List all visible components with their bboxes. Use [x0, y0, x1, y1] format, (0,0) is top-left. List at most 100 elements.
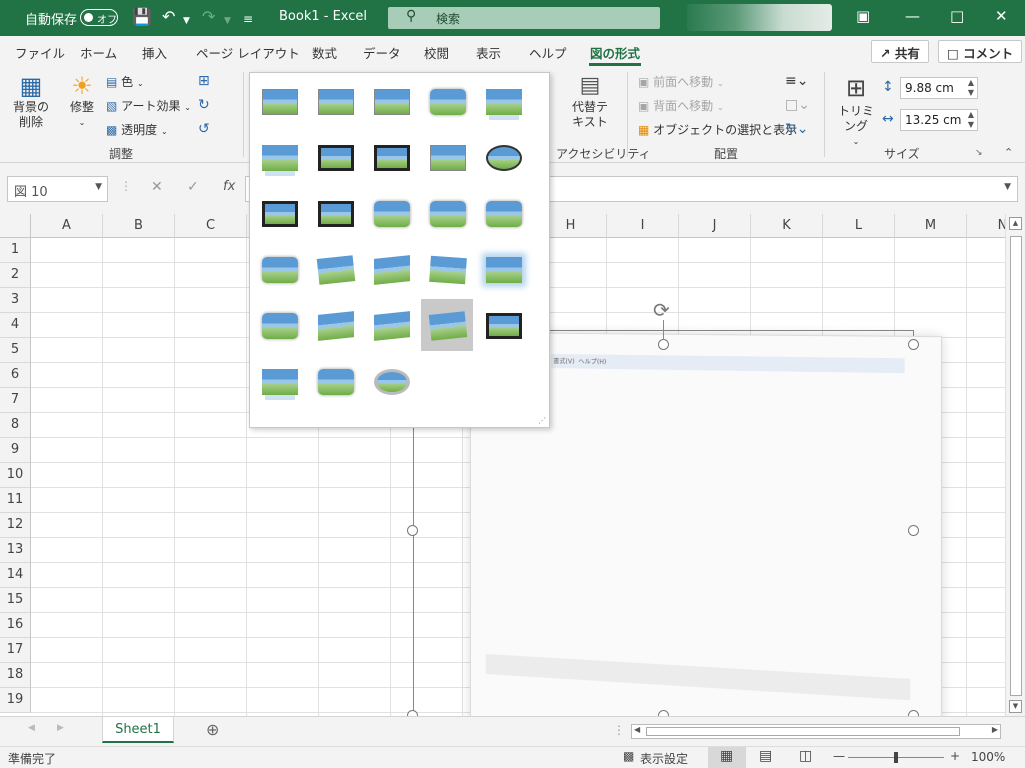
scroll-thumb[interactable] — [1010, 236, 1022, 696]
column-header[interactable]: M — [895, 214, 967, 238]
tab-formulas[interactable]: 数式 — [312, 43, 337, 62]
tab-page-layout[interactable]: ページ レイアウト — [196, 43, 300, 62]
row-header[interactable]: 5 — [0, 338, 31, 363]
tab-view[interactable]: 表示 — [476, 43, 501, 62]
scroll-thumb[interactable] — [646, 727, 960, 736]
row-header[interactable]: 4 — [0, 313, 31, 338]
row-header[interactable]: 2 — [0, 263, 31, 288]
sheet-tab-sheet1[interactable]: Sheet1 — [102, 717, 174, 743]
height-field[interactable]: 9.88 cm ▲ ▼ — [900, 77, 978, 99]
crop-button[interactable]: ⊞ トリミング ⌄ — [834, 72, 878, 149]
vertical-scrollbar[interactable]: ▲ ▼ — [1005, 214, 1025, 716]
column-header[interactable]: A — [31, 214, 103, 238]
add-sheet-icon[interactable]: ⊕ — [206, 720, 219, 739]
picture-style-option[interactable] — [253, 187, 305, 239]
row-header[interactable]: 10 — [0, 463, 31, 488]
account-area[interactable] — [687, 4, 832, 31]
picture-style-option[interactable] — [365, 187, 417, 239]
tab-review[interactable]: 校閲 — [424, 43, 449, 62]
send-backward-button[interactable]: ▣ 背面へ移動 ⌄ — [638, 97, 724, 114]
select-all-corner[interactable] — [0, 214, 31, 238]
transparency-button[interactable]: ▩ 透明度 ⌄ — [106, 121, 168, 138]
row-header[interactable]: 1 — [0, 238, 31, 263]
normal-view-button[interactable]: ▦ — [708, 747, 746, 768]
expand-formula-icon[interactable]: ▼ — [1004, 182, 1011, 192]
alt-text-button[interactable]: ▤ 代替テ キスト — [568, 72, 612, 130]
change-picture-icon[interactable]: ↻ — [198, 97, 210, 113]
resize-grip-icon[interactable]: ⋰ — [538, 416, 546, 425]
picture-style-option[interactable] — [365, 75, 417, 127]
align-icon[interactable]: ≡⌄ — [785, 73, 808, 89]
picture-style-option[interactable] — [309, 355, 361, 407]
name-box[interactable]: 図 10 ▼ — [7, 176, 108, 202]
collapse-ribbon-icon[interactable]: ⌃ — [1004, 146, 1013, 159]
insert-function-icon[interactable]: fx — [223, 179, 235, 194]
picture-style-option[interactable] — [477, 131, 529, 183]
reset-picture-icon[interactable]: ↺ — [198, 121, 210, 137]
scroll-right-icon[interactable]: ▶ — [992, 725, 998, 734]
zoom-in-icon[interactable]: + — [950, 749, 960, 763]
undo-icon[interactable]: ↶ — [162, 8, 175, 26]
picture-style-option[interactable] — [253, 243, 305, 295]
save-icon[interactable]: 💾 — [132, 8, 152, 26]
resize-handle-top-right[interactable] — [908, 339, 919, 350]
row-header[interactable]: 12 — [0, 513, 31, 538]
row-header[interactable]: 15 — [0, 588, 31, 613]
page-break-preview-icon[interactable]: ◫ — [799, 748, 812, 764]
selection-pane-button[interactable]: ▦ オブジェクトの選択と表示 — [638, 121, 797, 138]
tab-file[interactable]: ファイル — [15, 43, 65, 62]
resize-handle-right[interactable] — [908, 525, 919, 536]
column-header[interactable]: B — [103, 214, 175, 238]
column-header[interactable]: N — [967, 214, 1005, 238]
cancel-icon[interactable]: ✕ — [151, 179, 163, 195]
prev-sheet-icon[interactable]: ◀ — [28, 723, 35, 733]
row-header[interactable]: 17 — [0, 638, 31, 663]
row-header[interactable]: 18 — [0, 663, 31, 688]
enter-icon[interactable]: ✓ — [187, 179, 199, 195]
picture-style-option[interactable] — [365, 243, 417, 295]
picture-style-option[interactable] — [365, 355, 417, 407]
autosave-toggle[interactable]: オフ — [80, 9, 118, 26]
picture-style-option[interactable] — [309, 75, 361, 127]
ribbon-display-icon[interactable]: ▣ — [856, 7, 870, 25]
picture-style-option[interactable] — [477, 187, 529, 239]
horizontal-scrollbar[interactable]: ◀ ▶ — [631, 724, 1001, 739]
share-button[interactable]: ↗ 共有 — [871, 40, 929, 63]
row-header[interactable]: 3 — [0, 288, 31, 313]
picture-style-option[interactable] — [365, 299, 417, 351]
artistic-effects-button[interactable]: ▧ アート効果 ⌄ — [106, 97, 191, 114]
display-settings-icon[interactable]: ▩ — [623, 749, 634, 763]
spin-arrows-icon[interactable]: ▲ ▼ — [968, 110, 974, 130]
picture-style-option[interactable] — [309, 131, 361, 183]
scroll-up-icon[interactable]: ▲ — [1009, 217, 1022, 230]
tab-help[interactable]: ヘルプ — [529, 43, 567, 62]
corrections-button[interactable]: ☀ 修整 ⌄ — [62, 72, 102, 130]
picture-style-option[interactable] — [365, 131, 417, 183]
picture-style-option[interactable] — [253, 299, 305, 351]
dialog-launcher-icon[interactable]: ↘ — [975, 148, 983, 158]
picture-style-option[interactable] — [253, 131, 305, 183]
column-header[interactable]: C — [175, 214, 247, 238]
minimize-icon[interactable]: — — [905, 7, 920, 25]
picture-style-option[interactable] — [309, 299, 361, 351]
row-header[interactable]: 7 — [0, 388, 31, 413]
width-field[interactable]: 13.25 cm ▲ ▼ — [900, 109, 978, 131]
zoom-slider-thumb[interactable] — [894, 752, 898, 763]
picture-style-option[interactable] — [421, 299, 473, 351]
picture-style-option[interactable] — [477, 299, 529, 351]
bring-forward-button[interactable]: ▣ 前面へ移動 ⌄ — [638, 73, 724, 90]
color-button[interactable]: ▤ 色 ⌄ — [106, 73, 144, 90]
resize-handle-left[interactable] — [407, 525, 418, 536]
undo-dropdown-icon[interactable]: ▼ — [183, 12, 190, 30]
column-header[interactable]: L — [823, 214, 895, 238]
row-header[interactable]: 14 — [0, 563, 31, 588]
row-header[interactable]: 11 — [0, 488, 31, 513]
rotate-icon[interactable]: ↻⌄ — [785, 121, 808, 137]
tab-data[interactable]: データ — [363, 43, 401, 62]
picture-style-option[interactable] — [477, 243, 529, 295]
row-header[interactable]: 13 — [0, 538, 31, 563]
picture-style-option[interactable] — [309, 243, 361, 295]
next-sheet-icon[interactable]: ▶ — [57, 723, 64, 733]
redo-dropdown-icon[interactable]: ▼ — [224, 12, 231, 30]
close-icon[interactable]: ✕ — [995, 7, 1008, 25]
